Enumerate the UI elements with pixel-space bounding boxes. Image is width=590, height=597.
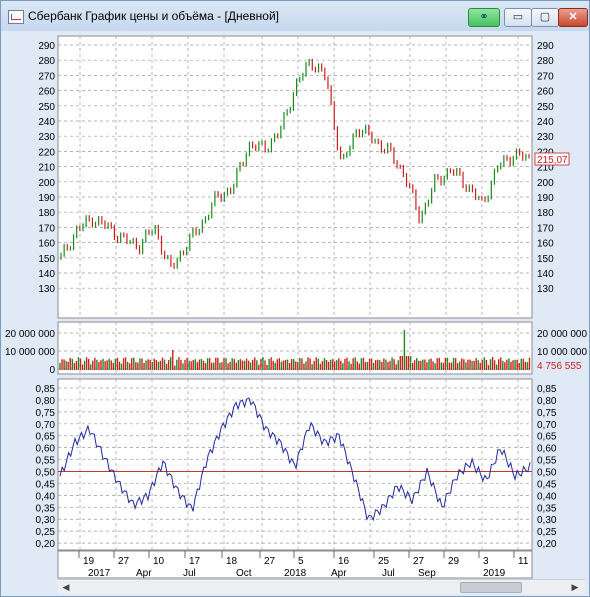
price-tick-left: 160 xyxy=(38,239,55,250)
volume-tick-left: 20 000 000 xyxy=(5,329,55,340)
last-volume-label: 4 756 555 xyxy=(537,361,582,372)
price-tick-right: 290 xyxy=(537,41,554,52)
price-tick-right: 140 xyxy=(537,269,554,280)
date-day-label: 18 xyxy=(226,556,238,567)
osc-tick-right: 0,25 xyxy=(537,527,557,538)
osc-tick-left: 0,65 xyxy=(36,432,56,443)
price-tick-left: 130 xyxy=(38,284,55,295)
date-month-label: 2019 xyxy=(483,568,506,579)
price-tick-right: 250 xyxy=(537,102,554,113)
price-tick-right: 230 xyxy=(537,132,554,143)
date-day-label: 16 xyxy=(338,556,350,567)
volume-tick-right: 20 000 000 xyxy=(537,329,587,340)
osc-tick-left: 0,35 xyxy=(36,503,56,514)
price-tick-right: 240 xyxy=(537,117,554,128)
date-day-label: 25 xyxy=(378,556,390,567)
price-tick-left: 210 xyxy=(38,163,55,174)
date-day-label: 27 xyxy=(264,556,276,567)
osc-tick-right: 0,45 xyxy=(537,479,557,490)
price-tick-left: 200 xyxy=(38,178,55,189)
date-day-label: 27 xyxy=(118,556,130,567)
price-tick-right: 200 xyxy=(537,178,554,189)
price-tick-left: 250 xyxy=(38,102,55,113)
osc-tick-right: 0,50 xyxy=(537,468,557,479)
price-tick-left: 290 xyxy=(38,41,55,52)
date-month-label: Sep xyxy=(418,568,436,579)
date-month-label: Apr xyxy=(136,568,152,579)
osc-tick-left: 0,70 xyxy=(36,420,56,431)
price-tick-right: 260 xyxy=(537,87,554,98)
price-tick-left: 230 xyxy=(38,132,55,143)
date-month-label: Jul xyxy=(382,568,395,579)
osc-tick-right: 0,80 xyxy=(537,396,557,407)
osc-tick-left: 0,45 xyxy=(36,479,56,490)
osc-tick-left: 0,60 xyxy=(36,444,56,455)
price-tick-left: 240 xyxy=(38,117,55,128)
osc-tick-right: 0,60 xyxy=(537,444,557,455)
date-day-label: 11 xyxy=(518,556,529,567)
volume-tick-left: 10 000 000 xyxy=(5,347,55,358)
last-price-label: 215,07 xyxy=(537,155,568,166)
price-tick-right: 150 xyxy=(537,254,554,265)
date-month-label: 2017 xyxy=(88,568,111,579)
horizontal-scrollbar[interactable]: ◀ ▶ xyxy=(58,579,585,594)
price-tick-left: 260 xyxy=(38,87,55,98)
scroll-right-icon[interactable]: ▶ xyxy=(568,581,582,593)
date-day-label: 5 xyxy=(298,556,304,567)
price-tick-right: 280 xyxy=(537,56,554,67)
date-month-label: 2018 xyxy=(284,568,307,579)
scroll-left-icon[interactable]: ◀ xyxy=(59,581,73,593)
osc-tick-left: 0,20 xyxy=(36,539,56,550)
osc-tick-left: 0,50 xyxy=(36,468,56,479)
price-tick-right: 180 xyxy=(537,208,554,219)
date-month-label: Apr xyxy=(331,568,347,579)
date-day-label: 27 xyxy=(413,556,425,567)
osc-tick-right: 0,65 xyxy=(537,432,557,443)
price-tick-left: 140 xyxy=(38,269,55,280)
price-tick-right: 130 xyxy=(537,284,554,295)
date-day-label: 3 xyxy=(483,556,489,567)
osc-tick-right: 0,75 xyxy=(537,408,557,419)
price-tick-right: 170 xyxy=(537,223,554,234)
date-month-label: Jul xyxy=(183,568,196,579)
price-tick-left: 170 xyxy=(38,223,55,234)
price-tick-left: 280 xyxy=(38,56,55,67)
osc-tick-left: 0,40 xyxy=(36,491,56,502)
osc-tick-right: 0,40 xyxy=(537,491,557,502)
osc-tick-right: 0,30 xyxy=(537,515,557,526)
osc-tick-left: 0,25 xyxy=(36,527,56,538)
price-tick-left: 220 xyxy=(38,147,55,158)
osc-tick-right: 0,35 xyxy=(537,503,557,514)
osc-tick-left: 0,75 xyxy=(36,408,56,419)
osc-tick-left: 0,30 xyxy=(36,515,56,526)
price-volume-chart[interactable]: 290 290280 280270 270260 260250 250240 240230 2… xyxy=(0,0,590,597)
price-tick-left: 190 xyxy=(38,193,55,204)
price-panel xyxy=(57,35,533,319)
price-tick-left: 180 xyxy=(38,208,55,219)
date-day-label: 29 xyxy=(448,556,460,567)
osc-tick-left: 0,80 xyxy=(36,396,56,407)
osc-tick-left: 0,55 xyxy=(36,456,56,467)
date-month-label: Oct xyxy=(236,568,252,579)
price-tick-left: 150 xyxy=(38,254,55,265)
volume-tick-left: 0 xyxy=(49,365,55,376)
price-tick-left: 270 xyxy=(38,71,55,82)
osc-tick-right: 0,70 xyxy=(537,420,557,431)
date-day-label: 19 xyxy=(83,556,95,567)
date-day-label: 17 xyxy=(189,556,201,567)
price-tick-right: 160 xyxy=(537,239,554,250)
price-tick-right: 270 xyxy=(537,71,554,82)
osc-tick-right: 0,55 xyxy=(537,456,557,467)
scroll-thumb[interactable] xyxy=(460,582,522,593)
volume-tick-right: 10 000 000 xyxy=(537,347,587,358)
price-tick-right: 190 xyxy=(537,193,554,204)
date-day-label: 10 xyxy=(153,556,165,567)
osc-tick-left: 0,85 xyxy=(36,384,56,395)
osc-tick-right: 0,85 xyxy=(537,384,557,395)
osc-tick-right: 0,20 xyxy=(537,539,557,550)
